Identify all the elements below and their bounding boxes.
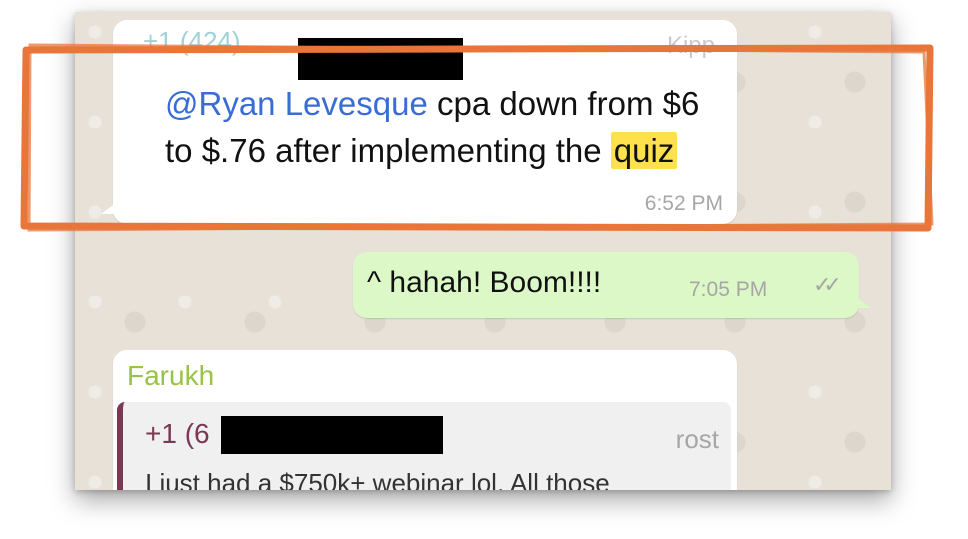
quoted-sender-display-name: rost <box>675 424 719 454</box>
message-text: ^ hahah! Boom!!!! <box>367 266 602 299</box>
redaction-bar <box>221 416 443 454</box>
quoted-message[interactable]: +1 (6 rost I just had a $750k+ webinar l… <box>117 402 731 490</box>
incoming-message-bubble[interactable]: Farukh +1 (6 rost I just had a $750k+ we… <box>113 350 737 490</box>
quoted-text: I just had a $750k+ webinar lol. All tho… <box>145 468 610 490</box>
annotation-rectangle <box>20 43 934 232</box>
message-sender: Farukh <box>127 360 215 391</box>
outgoing-message-bubble[interactable]: ^ hahah! Boom!!!! 7:05 PM ✓✓ <box>353 252 871 318</box>
quoted-sender: +1 (6 <box>145 418 210 449</box>
double-check-icon: ✓✓ <box>813 272 842 297</box>
message-timestamp: 7:05 PM <box>689 278 768 301</box>
